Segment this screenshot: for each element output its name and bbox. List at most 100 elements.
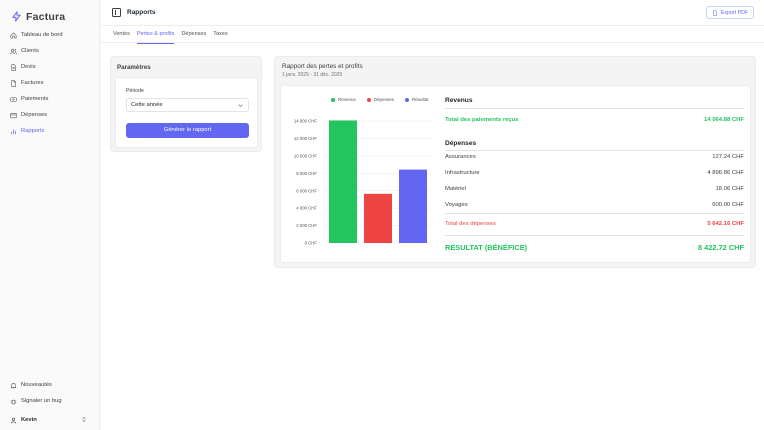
expense-label: Assurances — [445, 154, 476, 160]
sidebar-item-news[interactable]: Nouveautés — [0, 377, 99, 393]
sidebar-item-quotes[interactable]: Devis — [0, 59, 99, 75]
legend-label: Résultat — [412, 97, 429, 102]
sidebar-item-label: Rapports — [21, 128, 45, 134]
bell-icon — [10, 382, 17, 388]
main-content: Rapports Export PDF Ventes Pertes & prof… — [101, 0, 764, 430]
tab-expenses[interactable]: Dépenses — [181, 26, 206, 43]
export-pdf-label: Export PDF — [720, 9, 749, 16]
y-tick-label: 8 000 CHF — [296, 171, 317, 176]
users-icon — [10, 48, 17, 54]
bar-revenus[interactable] — [329, 120, 357, 243]
report-summary: Revenus Total des paiements reçus 14 064… — [445, 86, 745, 264]
sidebar: Factura Tableau de bord Clients Devis Fa… — [0, 0, 100, 430]
sidebar-item-payments[interactable]: Paiements — [0, 91, 99, 107]
brand-name: Factura — [26, 10, 66, 23]
bar-dépenses[interactable] — [364, 193, 392, 243]
tab-profit-loss[interactable]: Pertes & profits — [136, 26, 174, 44]
sidebar-item-label: Dépenses — [21, 112, 48, 118]
export-pdf-button[interactable]: Export PDF — [706, 6, 754, 19]
file-icon — [11, 79, 16, 87]
divider — [445, 213, 744, 214]
sidebar-item-dashboard[interactable]: Tableau de bord — [0, 27, 99, 43]
wallet-icon — [10, 112, 17, 118]
y-tick-label: 12 000 CHF — [294, 136, 318, 141]
period-label: Période — [126, 88, 144, 94]
legend-label: Dépenses — [373, 97, 395, 102]
sidebar-toggle-icon[interactable] — [112, 8, 121, 17]
topbar: Rapports Export PDF — [101, 0, 764, 26]
document-icon — [11, 63, 16, 71]
period-select[interactable]: Cette année — [126, 98, 249, 112]
revenue-total-row: Total des paiements reçus 14 064.88 CHF — [445, 117, 744, 123]
expense-row: Infrastructure 4 896.86 CHF — [445, 170, 744, 176]
sidebar-item-clients[interactable]: Clients — [0, 43, 99, 59]
report-title: Rapport des pertes et profits — [282, 63, 363, 70]
expenses-total-value: 5 642.16 CHF — [707, 221, 744, 227]
payment-icon — [10, 96, 17, 102]
legend-dot — [331, 97, 335, 102]
expenses-heading: Dépenses — [445, 140, 477, 147]
result-label: RÉSULTAT (BÉNÉFICE) — [445, 243, 528, 252]
expense-label: Voyages — [445, 202, 468, 208]
expenses-total-row: Total des dépenses 5 642.16 CHF — [445, 221, 744, 227]
expense-value: 18.06 CHF — [715, 186, 744, 192]
sidebar-item-label: Factures — [21, 80, 44, 86]
sidebar-nav: Tableau de bord Clients Devis Factures P… — [0, 27, 99, 139]
user-icon — [10, 417, 17, 424]
expense-row: Voyages 600.00 CHF — [445, 202, 744, 208]
parameters-panel: Paramètres Période Cette année Générer l… — [110, 56, 262, 152]
report-date-range: 1 janv. 2025 - 31 déc. 2025 — [282, 72, 343, 78]
parameters-form: Période Cette année Générer le rapport — [115, 77, 258, 148]
legend-label: Revenus — [338, 97, 356, 102]
result-row: RÉSULTAT (BÉNÉFICE) 8 422.72 CHF — [445, 243, 744, 252]
sidebar-item-expenses[interactable]: Dépenses — [0, 107, 99, 123]
brand[interactable]: Factura — [0, 0, 99, 26]
sidebar-item-label: Devis — [21, 64, 36, 70]
sidebar-item-label: Signaler un bug — [21, 398, 62, 404]
tab-sales[interactable]: Ventes — [113, 26, 130, 43]
y-tick-label: 14 000 CHF — [294, 119, 318, 124]
expenses-total-label: Total des dépenses — [445, 221, 496, 227]
home-icon — [10, 31, 17, 38]
generate-report-button[interactable]: Générer le rapport — [126, 123, 249, 138]
bug-icon — [10, 399, 17, 404]
expense-value: 4 896.86 CHF — [707, 170, 744, 176]
sidebar-item-report-bug[interactable]: Signaler un bug — [0, 393, 99, 409]
legend-dot — [366, 97, 371, 102]
sidebar-item-label: Clients — [21, 48, 39, 54]
profit-loss-chart: 0 CHF 2 000 CHF 4 000 CHF 6 000 CHF 8 000 CH… — [294, 119, 431, 246]
period-value: Cette année — [131, 102, 163, 108]
sidebar-bottom: Nouveautés Signaler un bug — [0, 377, 99, 409]
expense-label: Infrastructure — [445, 170, 480, 176]
expense-value: 127.24 CHF — [712, 154, 744, 160]
report-tabs: Ventes Pertes & profits Dépenses Taxes — [101, 26, 764, 44]
user-menu[interactable]: Kevin — [0, 413, 99, 427]
bar-chart-icon — [11, 128, 16, 134]
parameters-title: Paramètres — [117, 64, 151, 71]
expense-value: 600.00 CHF — [712, 202, 744, 208]
legend-item-result[interactable]: Résultat — [405, 97, 429, 102]
result-value: 8 422.72 CHF — [697, 243, 744, 252]
page-title: Rapports — [127, 9, 156, 16]
report-body: 0 CHF 2 000 CHF 4 000 CHF 6 000 CHF 8 000 CH… — [280, 85, 751, 263]
report-panel: Rapport des pertes et profits 1 janv. 20… — [274, 56, 756, 268]
legend-dot — [405, 97, 410, 102]
sidebar-item-invoices[interactable]: Factures — [0, 75, 99, 91]
sidebar-item-label: Paiements — [21, 96, 49, 102]
sidebar-item-label: Nouveautés — [21, 382, 52, 388]
chart-legend: Revenus Dépenses Résultat — [331, 97, 429, 102]
legend-item-expenses[interactable]: Dépenses — [366, 97, 395, 102]
chevron-down-icon — [238, 104, 243, 107]
revenue-total-value: 14 064.88 CHF — [704, 117, 744, 123]
divider — [445, 235, 744, 236]
y-tick-label: 6 000 CHF — [296, 188, 317, 193]
expense-row: Matériel 18.06 CHF — [445, 186, 744, 192]
expense-label: Matériel — [445, 186, 466, 192]
sidebar-item-label: Tableau de bord — [21, 32, 63, 38]
legend-item-revenue[interactable]: Revenus — [331, 97, 356, 102]
tab-taxes[interactable]: Taxes — [213, 26, 227, 43]
bar-résultat[interactable] — [399, 169, 427, 243]
revenue-heading: Revenus — [445, 97, 473, 104]
y-tick-label: 2 000 CHF — [296, 223, 317, 228]
sidebar-item-reports[interactable]: Rapports — [0, 123, 99, 139]
